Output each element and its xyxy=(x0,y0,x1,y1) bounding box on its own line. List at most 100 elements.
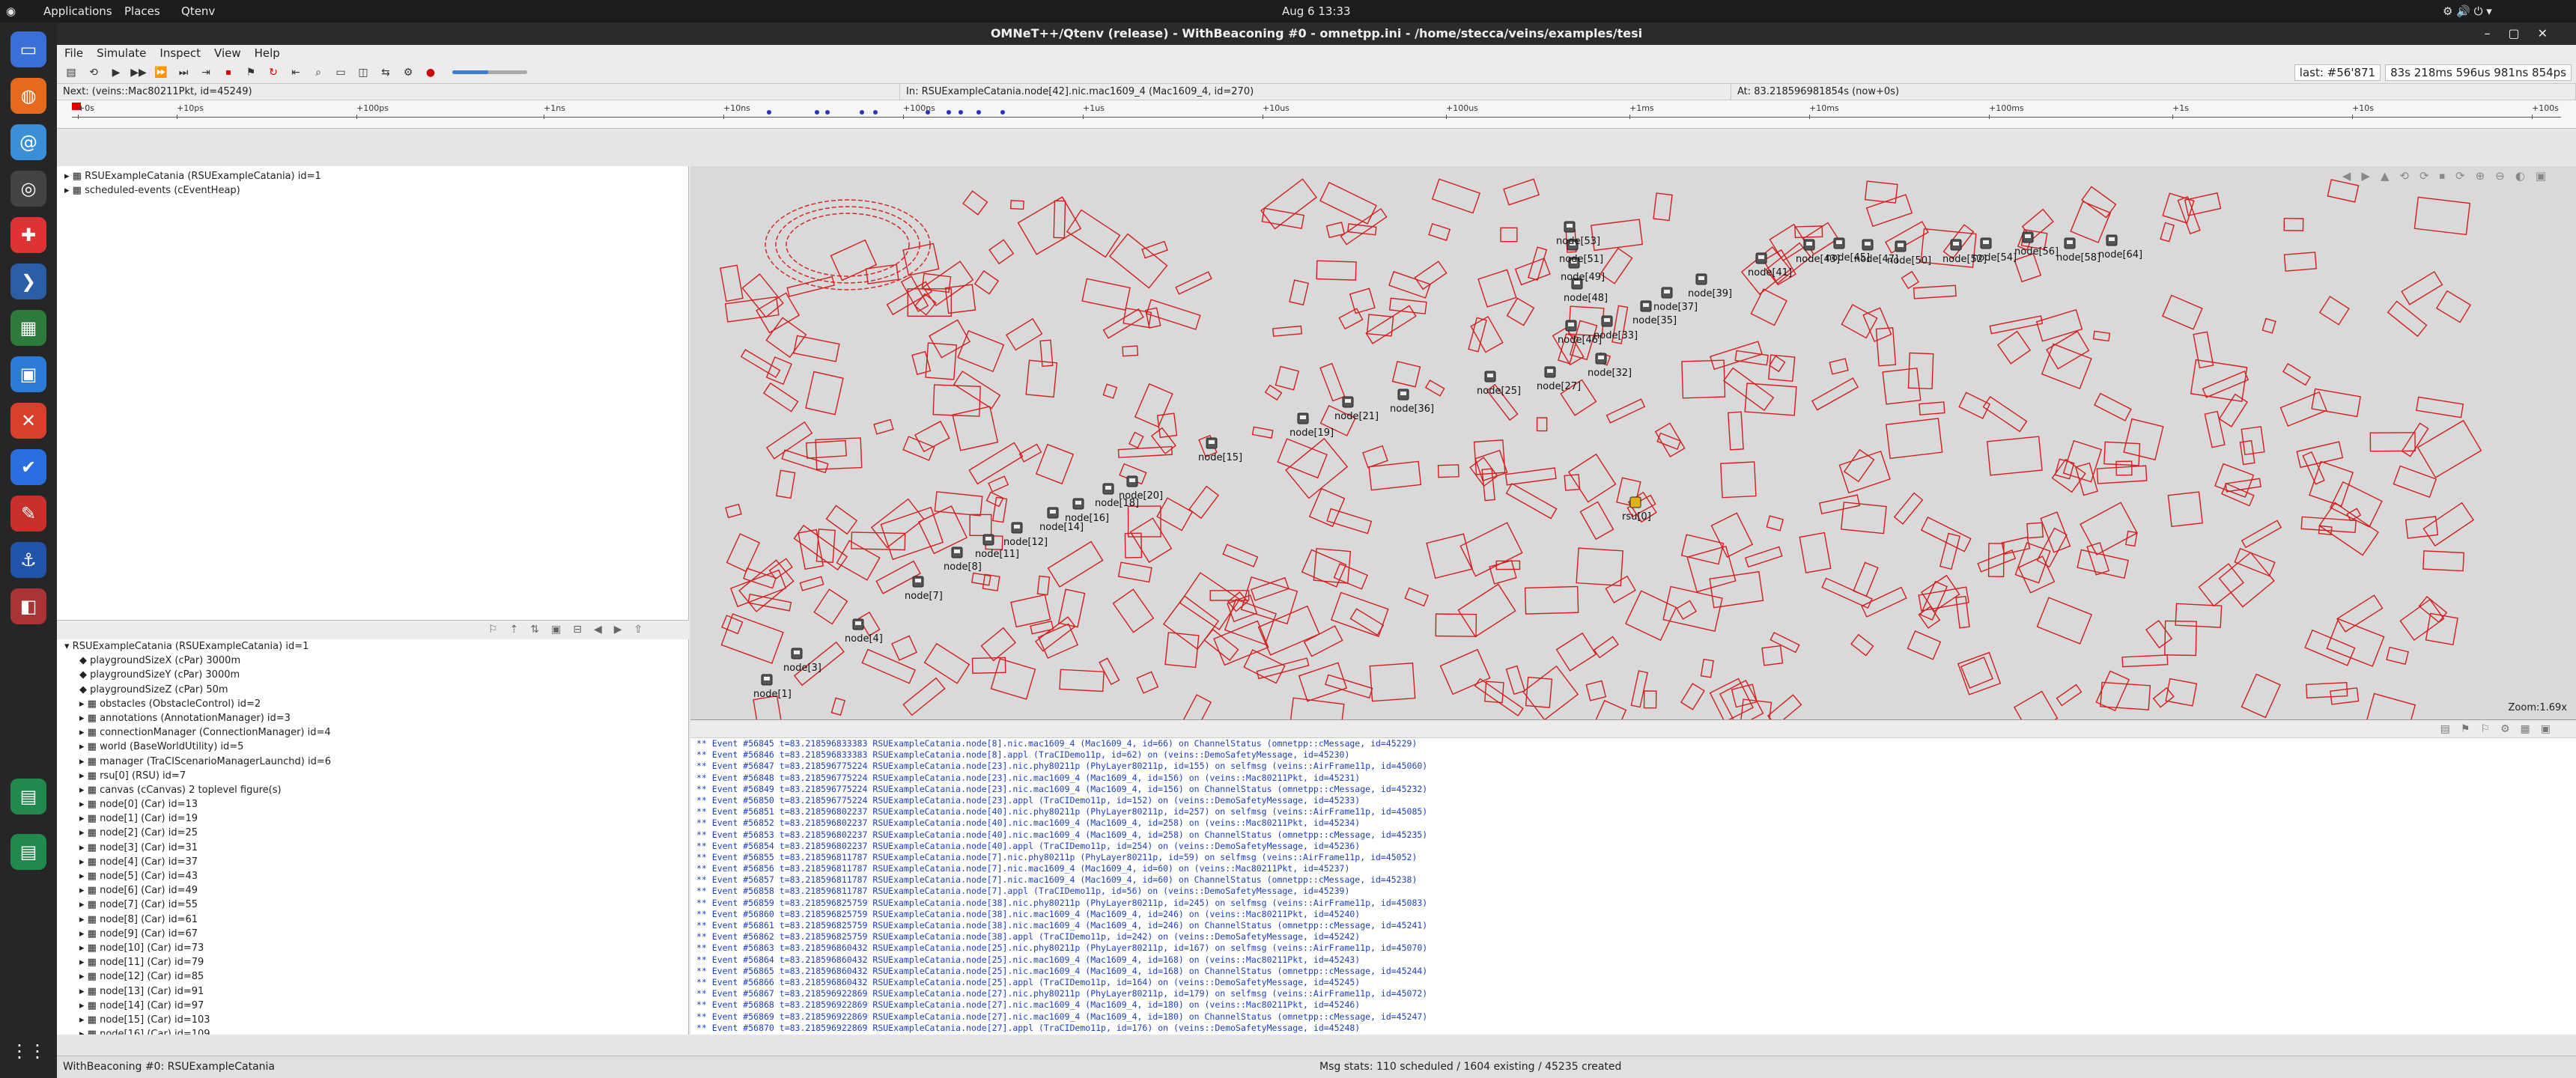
clock[interactable]: Aug 6 13:33 xyxy=(1282,4,1351,18)
timeline-event-dot[interactable] xyxy=(767,110,771,115)
layout-1-icon[interactable]: ▭ xyxy=(332,64,349,81)
car-node[interactable]: node[1] xyxy=(753,674,792,700)
inspector-tree-row[interactable]: ◆ playgroundSizeY (cPar) 3000m xyxy=(57,668,688,682)
menu-file[interactable]: File xyxy=(64,45,83,61)
inspector-tree-row[interactable]: ▸ ▦ node[2] (Car) id=25 xyxy=(57,826,688,840)
system-tray-icons[interactable]: ⚙ 🔊 ⏻ ▾ xyxy=(2443,4,2492,18)
timeline-event-dot[interactable] xyxy=(976,110,981,115)
dock-rhythmbox-icon[interactable]: ◎ xyxy=(10,171,46,207)
inspector-tree-row[interactable]: ▸ ▦ canvas (cCanvas) 2 toplevel figure(s… xyxy=(57,783,688,797)
dock-editor-icon[interactable]: ✎ xyxy=(10,496,46,532)
inspector-tree-row[interactable]: ▸ ▦ node[0] (Car) id=13 xyxy=(57,797,688,811)
car-node[interactable]: node[25] xyxy=(1477,371,1521,397)
stop-icon[interactable]: ⏹ xyxy=(220,64,237,81)
dock-omnet-icon[interactable]: ◧ xyxy=(10,588,46,624)
menu-help[interactable]: Help xyxy=(255,45,280,61)
timeline-event-dot[interactable] xyxy=(815,110,819,115)
car-node[interactable]: node[3] xyxy=(783,648,821,674)
menu-simulate[interactable]: Simulate xyxy=(97,45,146,61)
dock-files-icon[interactable]: ▭ xyxy=(10,31,46,67)
fast-run-icon[interactable]: ⏩ xyxy=(153,64,169,81)
car-node[interactable]: node[54] xyxy=(1972,237,2017,264)
network-canvas[interactable]: node[1] node[3] node[4] node[7] node[8] node[… xyxy=(690,166,2576,720)
timeline-event-dot[interactable] xyxy=(860,110,864,115)
inspector-tree-row[interactable]: ▸ ▦ node[1] (Car) id=19 xyxy=(57,811,688,826)
inspector-tree-row[interactable]: ▸ ▦ obstacles (ObstacleControl) id=2 xyxy=(57,697,688,711)
dock-firefox-icon[interactable]: ◍ xyxy=(10,78,46,114)
event-timeline-icon[interactable]: ⚑ xyxy=(243,64,259,81)
inspector-tree-row[interactable]: ▸ ▦ annotations (AnnotationManager) id=3 xyxy=(57,711,688,725)
run-until-icon[interactable]: ⇥ xyxy=(198,64,214,81)
inspector-tree-row[interactable]: ▸ ▦ node[12] (Car) id=85 xyxy=(57,969,688,984)
preferences-icon[interactable]: ⚙ xyxy=(400,64,416,81)
dock-calendar-icon[interactable]: ▣ xyxy=(10,356,46,392)
inspector-tree-row[interactable]: ▸ ▦ node[11] (Car) id=79 xyxy=(57,955,688,969)
car-node[interactable]: node[58] xyxy=(2056,237,2100,264)
dock-anchor-icon[interactable]: ⚓ xyxy=(10,542,46,578)
car-node[interactable]: node[15] xyxy=(1198,437,1242,463)
tree-row-scheduled-events[interactable]: ▸ ▦ scheduled-events (cEventHeap) xyxy=(57,183,688,198)
inspector-tree-row[interactable]: ▸ ▦ node[9] (Car) id=67 xyxy=(57,927,688,941)
inspector-tree-row[interactable]: ▾ RSUExampleCatania (RSUExampleCatania) … xyxy=(57,639,688,654)
rebuild-network-icon[interactable]: ⟲ xyxy=(85,64,102,81)
canvas-toolbar[interactable]: ◀▶▲⟲⟳⏹⟳⊕⊖◐▣ xyxy=(2342,169,2557,183)
inspector-tree-row[interactable]: ▸ ▦ rsu[0] (RSU) id=7 xyxy=(57,769,688,783)
dock-sheets-icon[interactable]: ▦ xyxy=(10,310,46,346)
dock-mail-icon[interactable]: @ xyxy=(10,124,46,160)
run-icon[interactable]: ▶▶ xyxy=(130,64,147,81)
inspector-tree-row[interactable]: ▸ ▦ node[15] (Car) id=103 xyxy=(57,1013,688,1027)
menu-inspect[interactable]: Inspect xyxy=(160,45,201,61)
timeline-event-dot[interactable] xyxy=(959,110,963,115)
restart-icon[interactable]: ↻ xyxy=(265,64,282,81)
event-timeline[interactable]: +0s +10ps +100ps +1ns +10ns +100ns +1us +10us +1… xyxy=(57,100,2576,129)
window-controls[interactable]: –▢✕ xyxy=(2484,22,2566,45)
applications-menu[interactable]: Applications xyxy=(43,4,112,18)
inspector-tree-row[interactable]: ▸ ▦ node[6] (Car) id=49 xyxy=(57,883,688,898)
tree-row-network[interactable]: ▸ ▦ RSUExampleCatania (RSUExampleCatania… xyxy=(57,169,688,183)
rsu-node[interactable]: rsu[0] xyxy=(1622,496,1651,523)
timeline-event-dot[interactable] xyxy=(825,110,830,115)
app-menu[interactable]: Qtenv xyxy=(181,4,215,18)
inspector-nav-icons[interactable]: ⚐⇡⇅▣⊟◀▶⇧ xyxy=(488,624,654,636)
dock-software-icon[interactable]: ▤ xyxy=(10,779,46,814)
timeline-event-dot[interactable] xyxy=(926,110,930,115)
places-menu[interactable]: Places xyxy=(124,4,160,18)
car-node[interactable]: node[7] xyxy=(905,576,943,602)
inspector-tree-row[interactable]: ▸ ▦ node[10] (Car) id=73 xyxy=(57,941,688,955)
dock-help-icon[interactable]: ✚ xyxy=(10,217,46,253)
car-node[interactable]: node[21] xyxy=(1334,396,1379,422)
finish-icon[interactable]: ⇤ xyxy=(288,64,304,81)
inspector-tree-row[interactable]: ▸ ▦ node[8] (Car) id=61 xyxy=(57,913,688,927)
menu-view[interactable]: View xyxy=(214,45,241,61)
inspector-tree-row[interactable]: ▸ ▦ node[7] (Car) id=55 xyxy=(57,898,688,912)
record-icon[interactable]: ● xyxy=(422,64,439,81)
dock-tasks-icon[interactable]: ✔ xyxy=(10,449,46,485)
inspector-tree-row[interactable]: ◆ playgroundSizeX (cPar) 3000m xyxy=(57,654,688,668)
timeline-event-dot[interactable] xyxy=(947,110,951,115)
car-node[interactable]: node[20] xyxy=(1119,475,1163,502)
inspector-tree-row[interactable]: ▸ ▦ world (BaseWorldUtility) id=5 xyxy=(57,740,688,754)
system-logo-icon[interactable]: ◉ xyxy=(6,4,16,18)
dock-tool-icon[interactable]: ✕ xyxy=(10,403,46,439)
layout-2-icon[interactable]: ◫ xyxy=(355,64,371,81)
find-icon[interactable]: ⌕ xyxy=(310,64,326,81)
inspector-tree-row[interactable]: ▸ ▦ node[16] (Car) id=109 xyxy=(57,1027,688,1035)
car-node[interactable]: node[4] xyxy=(845,618,883,645)
event-log[interactable]: ** Event #56845 t=83.218596833383 RSUExa… xyxy=(690,738,2576,1035)
load-config-icon[interactable]: ▤ xyxy=(63,64,79,81)
express-run-icon[interactable]: ⏭ xyxy=(175,64,192,81)
inspector-tree-row[interactable]: ▸ ▦ manager (TraCIScenarioManagerLaunchd… xyxy=(57,755,688,769)
car-node[interactable]: node[36] xyxy=(1390,389,1434,415)
inspector-tree-row[interactable]: ◆ playgroundSizeZ (cPar) 50m xyxy=(57,683,688,697)
animation-speed-slider[interactable] xyxy=(452,70,527,74)
timeline-event-dot[interactable] xyxy=(873,110,878,115)
inspector-tree-row[interactable]: ▸ ▦ connectionManager (ConnectionManager… xyxy=(57,725,688,740)
dock-software2-icon[interactable]: ▤ xyxy=(10,834,46,870)
inspector-tree-row[interactable]: ▸ ▦ node[14] (Car) id=97 xyxy=(57,999,688,1013)
step-icon[interactable]: ▶ xyxy=(108,64,124,81)
car-node[interactable]: node[64] xyxy=(2098,234,2142,261)
dock-apps-grid-icon[interactable]: ⋮⋮ xyxy=(10,1033,46,1069)
car-node[interactable]: node[39] xyxy=(1688,273,1732,299)
inspector-tree-row[interactable]: ▸ ▦ node[13] (Car) id=91 xyxy=(57,984,688,999)
inspector-tree-row[interactable]: ▸ ▦ node[3] (Car) id=31 xyxy=(57,841,688,855)
